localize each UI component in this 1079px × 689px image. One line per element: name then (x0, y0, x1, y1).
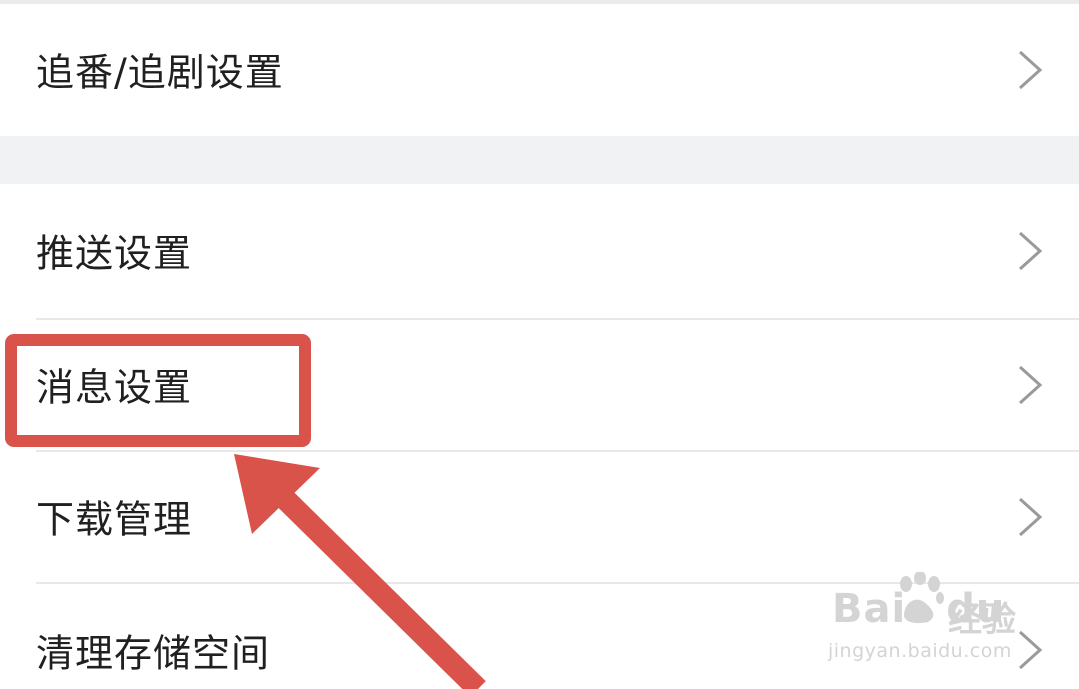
settings-row-download[interactable]: 下载管理 (0, 452, 1079, 582)
section-separator (0, 136, 1079, 184)
chevron-right-icon (1018, 50, 1043, 90)
settings-row-storage[interactable]: 清理存储空间 (0, 584, 1079, 689)
chevron-right-icon (1018, 231, 1043, 271)
chevron-right-icon (1018, 497, 1043, 537)
settings-row-label: 清理存储空间 (36, 631, 271, 676)
settings-row-push[interactable]: 推送设置 (0, 184, 1079, 318)
chevron-right-icon (1018, 365, 1043, 405)
chevron-right-icon (1018, 630, 1043, 670)
settings-row-label: 追番/追剧设置 (36, 50, 284, 95)
settings-row-label: 推送设置 (36, 231, 193, 276)
settings-row-follow[interactable]: 追番/追剧设置 (0, 4, 1079, 136)
highlight-box (5, 334, 311, 447)
settings-row-label: 下载管理 (36, 497, 193, 542)
